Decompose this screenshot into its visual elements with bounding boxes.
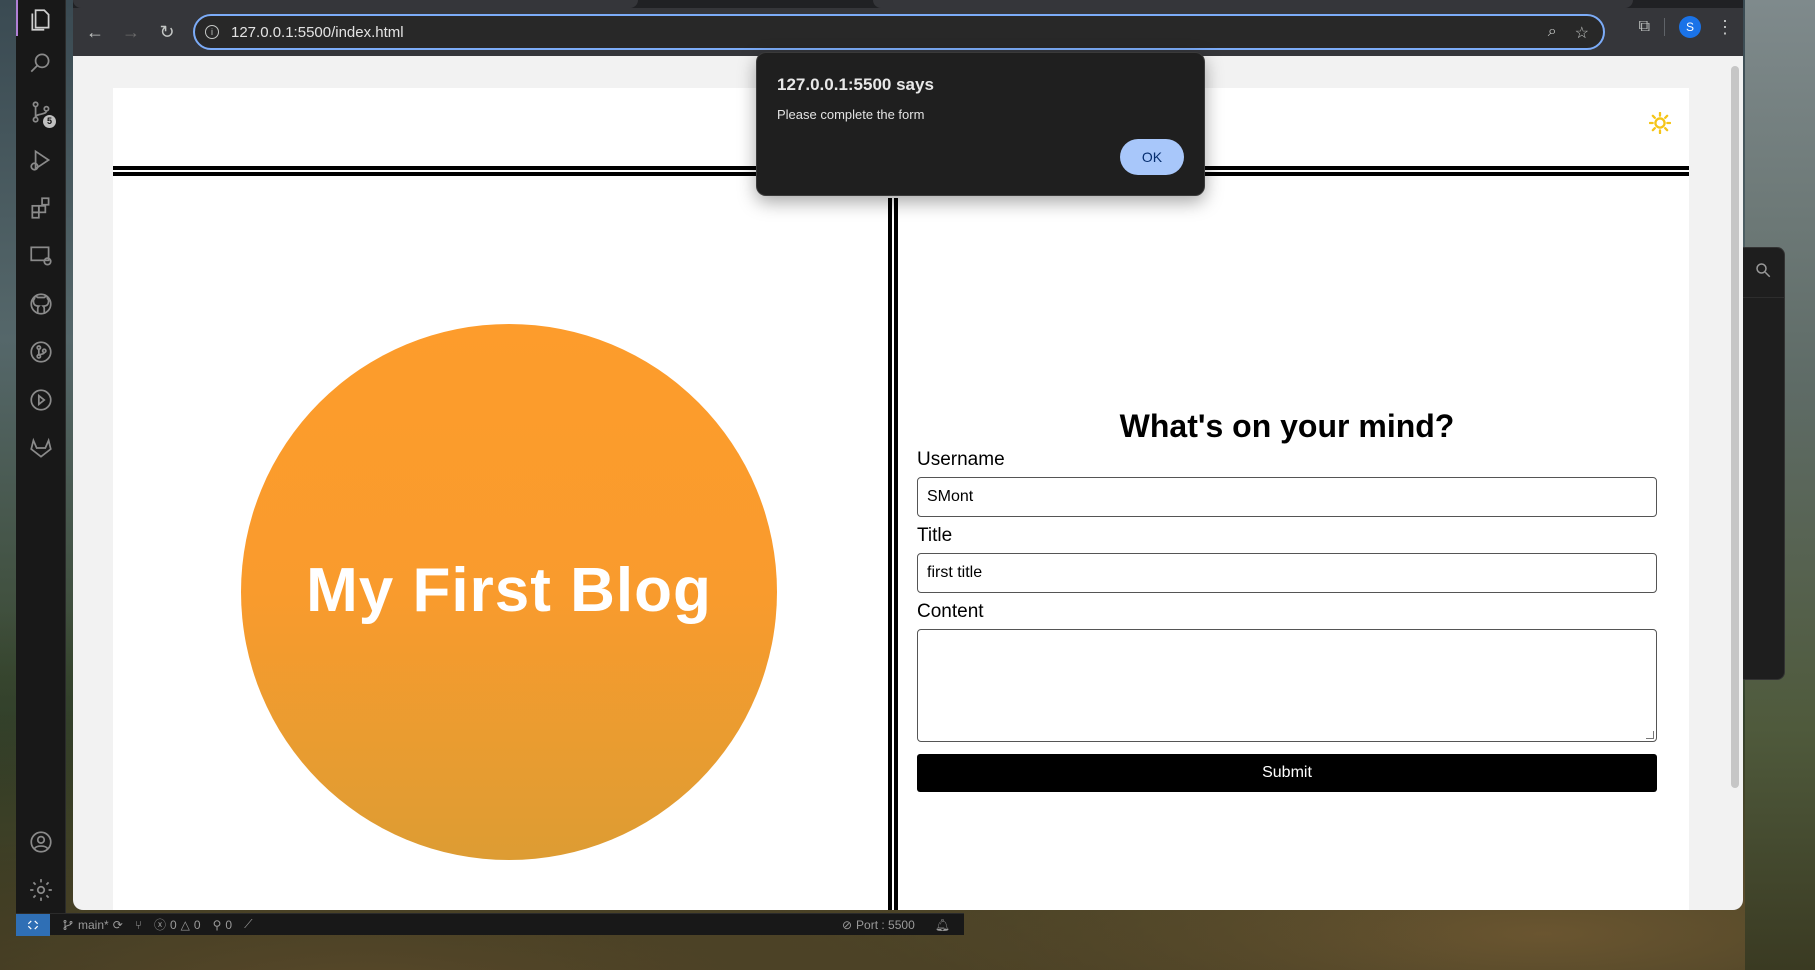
column-divider [888, 198, 898, 910]
back-arrow-icon[interactable]: ← [77, 14, 113, 50]
source-control-badge: 5 [43, 115, 56, 128]
git-graph-icon[interactable] [16, 332, 66, 372]
ports-status[interactable]: ⚲ 0 [213, 918, 232, 932]
live-share-icon[interactable]: ⟋ [244, 917, 252, 932]
username-input[interactable]: SMont [917, 477, 1657, 517]
zoom-icon[interactable]: ⌕ [1548, 23, 1557, 43]
profile-avatar[interactable]: S [1679, 16, 1701, 38]
title-label: Title [917, 525, 953, 546]
error-count: 0 [169, 917, 177, 932]
site-info-icon[interactable]: i [205, 25, 219, 39]
browser-menu-icon[interactable]: ⋮ [1715, 17, 1735, 38]
toolbar-divider [1664, 18, 1665, 36]
no-entry-icon: ⊘ [841, 917, 853, 932]
branch-status[interactable]: main* ⟳ [62, 918, 123, 932]
warning-icon: △ [180, 917, 190, 932]
live-server-status[interactable]: ⊘ Port : 5500 [842, 918, 915, 932]
address-bar[interactable]: i 127.0.0.1:5500/index.html ⌕ ☆ [193, 14, 1605, 50]
browser-toolbar: ← → ↻ i 127.0.0.1:5500/index.html ⌕ ☆ ⧉ … [73, 8, 1743, 56]
content-textarea[interactable] [917, 629, 1657, 742]
gitlab-icon[interactable] [16, 428, 66, 468]
activity-bar: 5 [16, 0, 66, 925]
post-form: What's on your mind? Username SMont Titl… [917, 408, 1657, 792]
hero-circle: My First Blog [241, 324, 777, 860]
username-label: Username [917, 449, 1005, 470]
remote-indicator-icon[interactable] [16, 913, 50, 936]
browser-tab[interactable] [873, 0, 1633, 8]
tab-strip [73, 0, 1743, 8]
resize-handle[interactable] [1646, 731, 1654, 739]
url-text[interactable]: 127.0.0.1:5500/index.html [231, 24, 404, 41]
github-icon[interactable] [16, 284, 66, 324]
git-graph-status-icon[interactable]: ⑂ [135, 918, 142, 932]
error-icon: ⓧ [153, 918, 166, 932]
alert-message: Please complete the form [777, 107, 925, 122]
port-label: Port : 5500 [856, 917, 915, 932]
source-control-icon[interactable]: 5 [16, 92, 66, 132]
content-label: Content [917, 601, 984, 622]
status-bar: main* ⟳ ⑂ ⓧ 0 △ 0 ⚲ 0 ⟋ ⊘ Port : 5500 🔔︎ [16, 913, 964, 936]
title-input[interactable]: first title [917, 553, 1657, 593]
reload-icon[interactable]: ↻ [149, 14, 185, 50]
search-icon[interactable] [1754, 261, 1772, 284]
extensions-puzzle-icon[interactable]: ⧉ [1639, 18, 1650, 36]
search-icon[interactable] [16, 43, 66, 83]
sun-icon[interactable] [1649, 112, 1671, 134]
alert-ok-button[interactable]: OK [1120, 139, 1184, 175]
browser-window: ← → ↻ i 127.0.0.1:5500/index.html ⌕ ☆ ⧉ … [73, 0, 1743, 910]
settings-gear-icon[interactable] [16, 870, 66, 910]
browser-tab[interactable] [73, 0, 638, 8]
page-scrollbar[interactable] [1731, 66, 1739, 788]
ports-icon: ⚲ [212, 917, 222, 932]
hero-title: My First Blog [306, 555, 712, 625]
ports-count: 0 [225, 917, 233, 932]
submit-button[interactable]: Submit [917, 754, 1657, 792]
problems-status[interactable]: ⓧ 0 △ 0 [154, 916, 201, 933]
notifications-bell-icon[interactable]: 🔔︎ [935, 918, 950, 932]
run-debug-icon[interactable] [16, 140, 66, 180]
remote-explorer-icon[interactable] [16, 236, 66, 276]
sync-icon[interactable]: ⟳ [113, 918, 123, 932]
forward-arrow-icon[interactable]: → [113, 14, 149, 50]
github-actions-icon[interactable] [16, 380, 66, 420]
bookmark-star-icon[interactable]: ☆ [1575, 23, 1589, 43]
branch-icon [63, 919, 73, 930]
extensions-icon[interactable] [16, 188, 66, 228]
alert-dialog: 127.0.0.1:5500 says Please complete the … [756, 52, 1205, 196]
explorer-icon[interactable] [16, 0, 66, 40]
alert-title: 127.0.0.1:5500 says [777, 75, 934, 94]
blog-page: My First Blog What's on your mind? Usern… [113, 88, 1689, 910]
form-heading: What's on your mind? [1119, 408, 1455, 444]
warning-count: 0 [193, 917, 201, 932]
account-icon[interactable] [16, 822, 66, 862]
branch-name: main* [78, 917, 109, 932]
